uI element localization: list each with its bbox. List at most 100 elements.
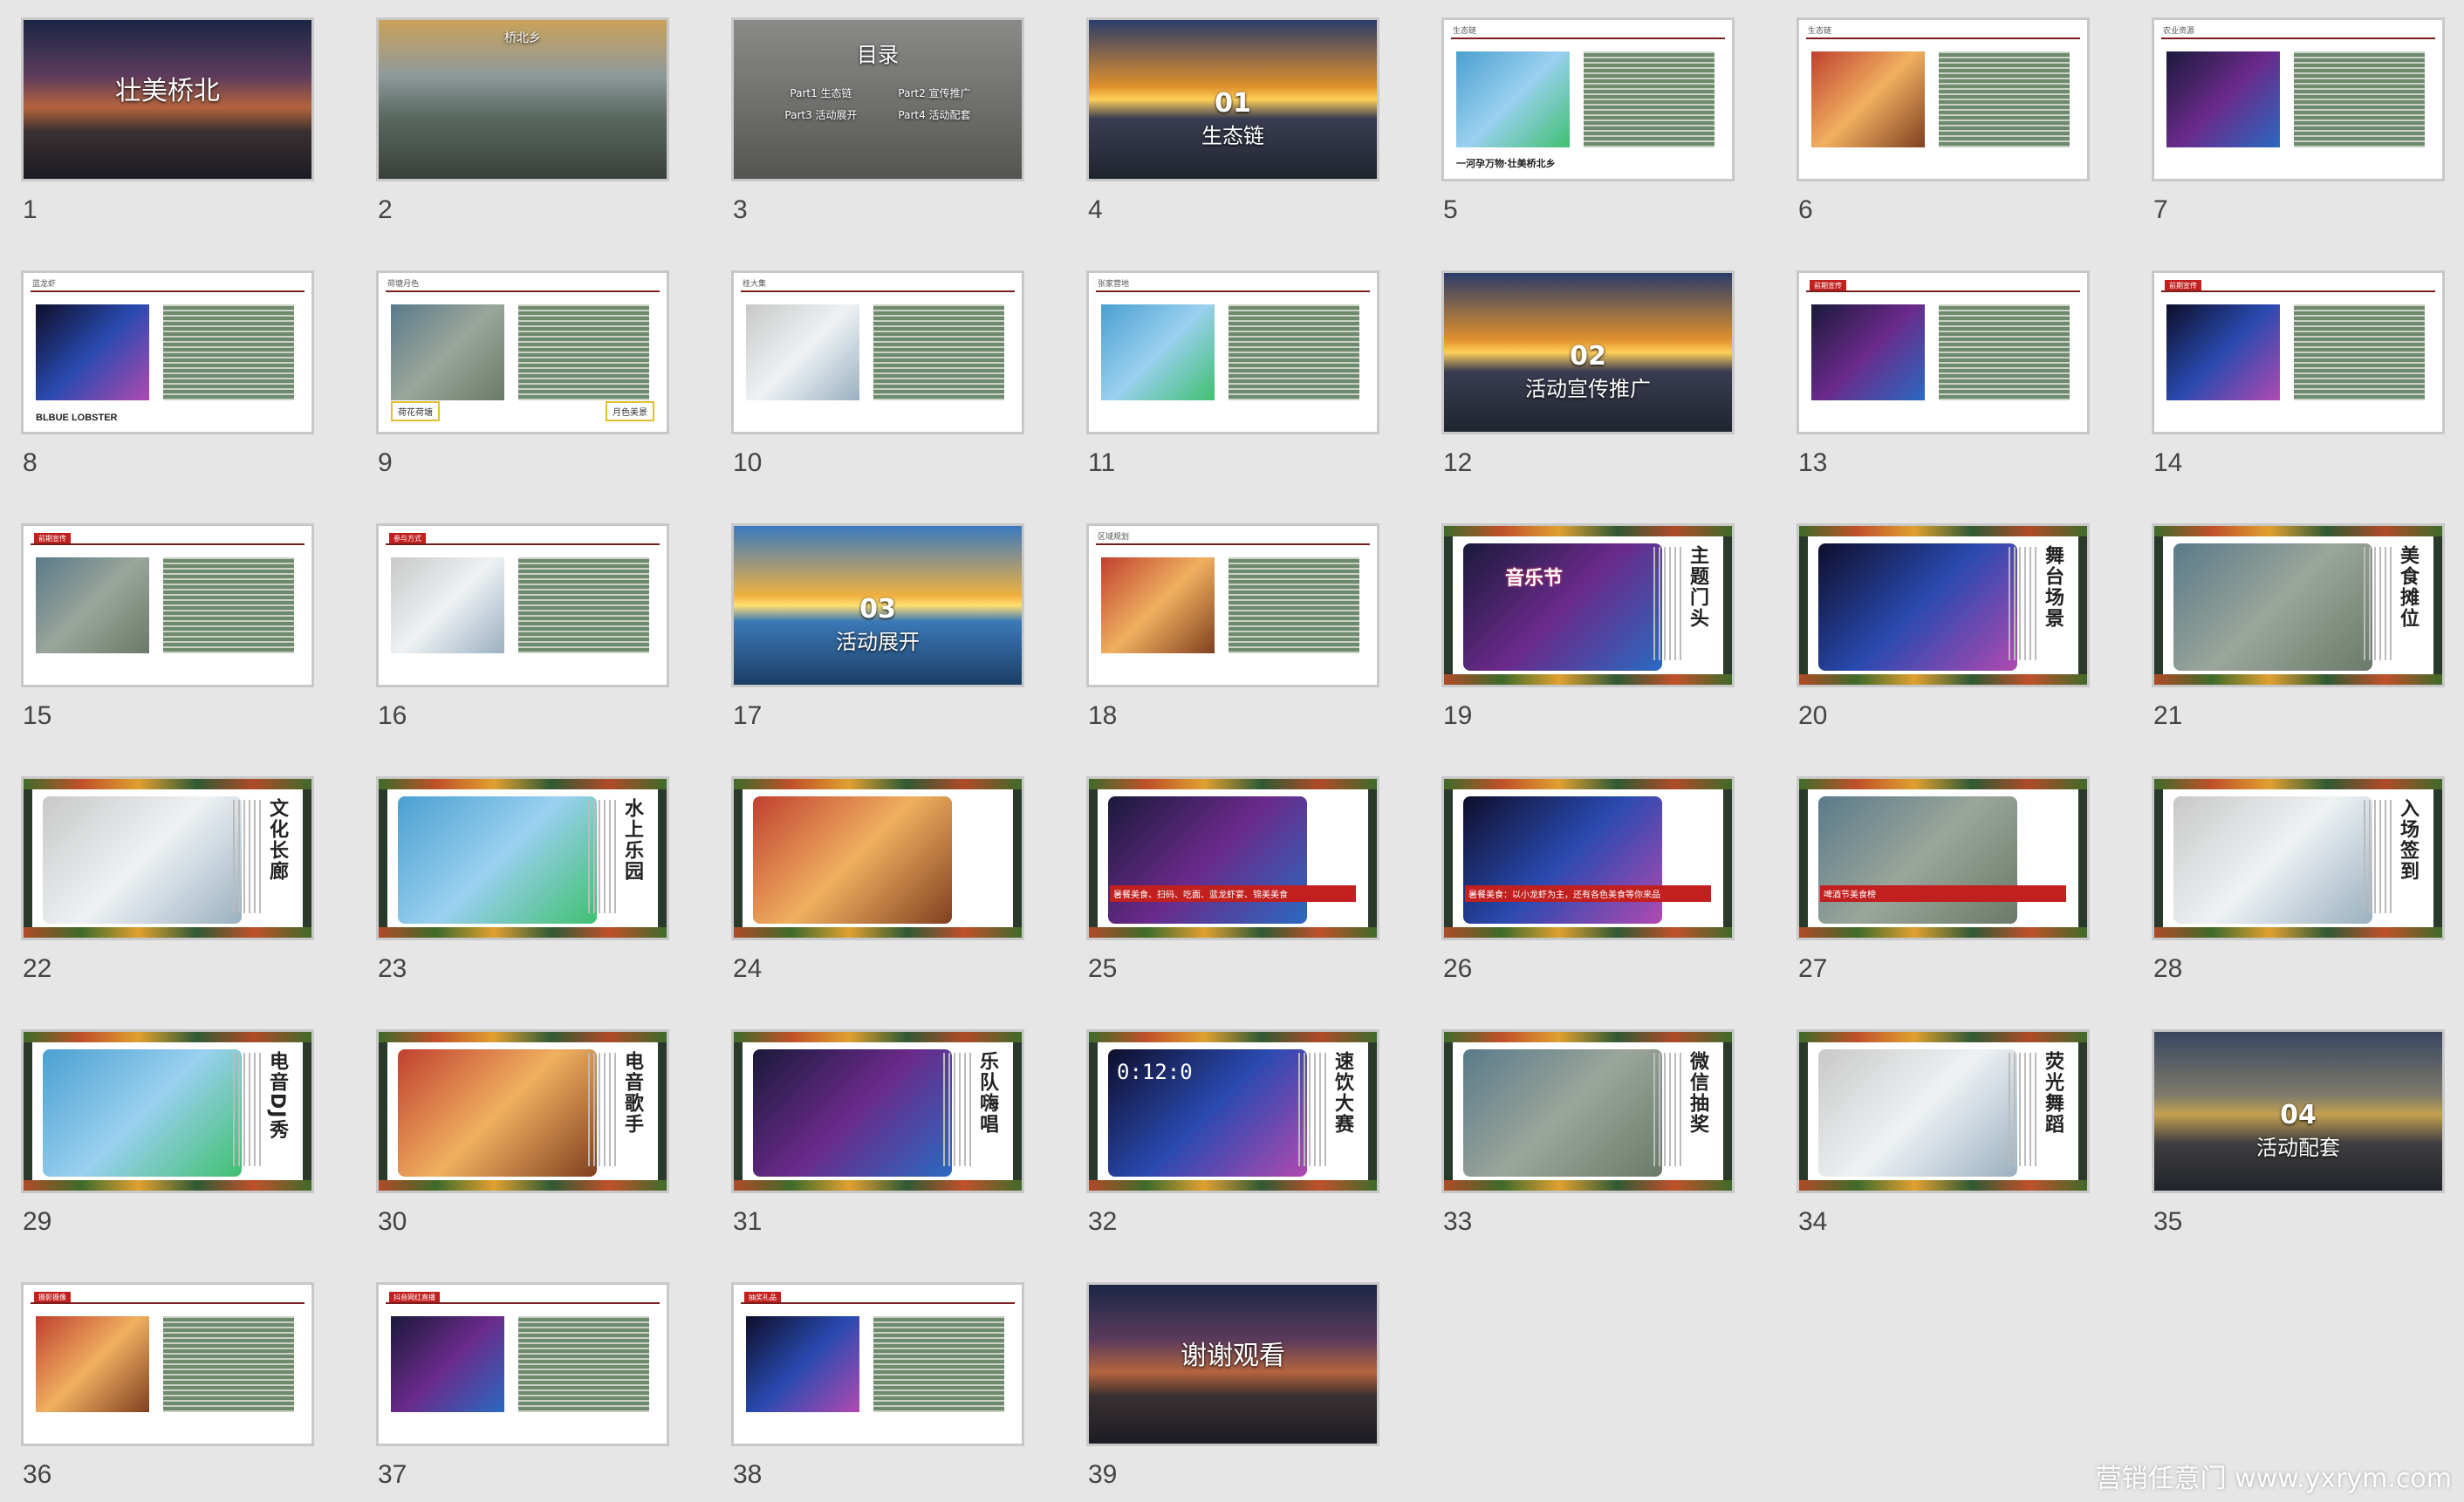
content-text-panel xyxy=(1229,304,1359,400)
slide-preview[interactable]: 速饮大赛 0:12:0 xyxy=(1086,1029,1379,1193)
slide-thumbnail-28[interactable]: 入场签到 28 xyxy=(2134,761,2445,987)
slide-thumbnail-10[interactable]: 桂大集 10 xyxy=(714,255,1024,481)
slide-header-label: 区域规划 xyxy=(1098,532,1130,541)
agenda-item: Part4 活动配套 xyxy=(898,109,971,121)
slide-thumbnail-23[interactable]: 水上乐园 23 xyxy=(359,761,669,987)
slide-number: 14 xyxy=(2153,448,2183,477)
slide-thumbnail-4[interactable]: 01 生态链 4 xyxy=(1069,2,1379,229)
slide-thumbnail-8[interactable]: 蓝龙虾 BLBUE LOBSTER 8 xyxy=(3,255,314,481)
slide-preview[interactable]: 生态链 一河孕万物·壮美桥北乡 xyxy=(1441,17,1735,181)
slide-preview[interactable]: 谢谢观看 xyxy=(1086,1282,1379,1446)
slide-thumbnail-1[interactable]: 壮美桥北 1 xyxy=(3,2,314,229)
slide-frame-content: 乐队嗨唱 xyxy=(743,1042,1013,1180)
slide-preview[interactable]: 农业资源 xyxy=(2152,17,2445,181)
slide-thumbnail-13[interactable]: 前期宣传 13 xyxy=(1779,255,2090,481)
slide-preview[interactable]: 01 生态链 xyxy=(1086,17,1379,181)
slide-preview[interactable]: 生态链 xyxy=(1797,17,2090,181)
slide-preview[interactable]: 前期宣传 xyxy=(1797,270,2090,434)
slide-number: 2 xyxy=(378,195,393,224)
slide-preview[interactable]: 前期宣传 xyxy=(2152,270,2445,434)
slide-preview[interactable]: 02 活动宣传推广 xyxy=(1441,270,1735,434)
slide-thumbnail-19[interactable]: 主题门头 音乐节 19 xyxy=(1424,508,1735,734)
slide-preview[interactable]: 荧光舞蹈 xyxy=(1797,1029,2090,1193)
slide-header-label: 蓝龙虾 xyxy=(32,279,57,288)
slide-header-label: 生态链 xyxy=(1808,26,1832,35)
slide-thumbnail-14[interactable]: 前期宣传 14 xyxy=(2134,255,2445,481)
slide-number: 1 xyxy=(23,195,38,224)
slide-preview[interactable]: 蓝龙虾 BLBUE LOBSTER xyxy=(21,270,314,434)
slide-number: 39 xyxy=(1088,1460,1118,1489)
header-rule xyxy=(31,1302,305,1304)
slide-thumbnail-24[interactable]: 24 xyxy=(714,761,1024,987)
slide-preview[interactable]: 暑餐美食、扫码、吃面、蓝龙虾宴、锦美美食 xyxy=(1086,776,1379,940)
slide-thumbnail-37[interactable]: 抖音网红直播 37 xyxy=(359,1266,669,1493)
slide-thumbnail-30[interactable]: 电音歌手 30 xyxy=(359,1014,669,1240)
slide-preview[interactable]: 区域规划 xyxy=(1086,523,1379,687)
slide-thumbnail-29[interactable]: 电音DJ秀 29 xyxy=(3,1014,314,1240)
slide-preview[interactable]: 乐队嗨唱 xyxy=(731,1029,1024,1193)
slide-number: 24 xyxy=(733,954,763,983)
slide-thumbnail-26[interactable]: 暑餐美食：以小龙虾为主，还有各色美食等你来品 26 xyxy=(1424,761,1735,987)
slide-frame-content xyxy=(743,789,1013,927)
slide-thumbnail-38[interactable]: 抽奖礼品 38 xyxy=(714,1266,1024,1493)
slide-thumbnail-39[interactable]: 谢谢观看 39 xyxy=(1069,1266,1379,1493)
slide-thumbnail-20[interactable]: 舞台场景 20 xyxy=(1779,508,2090,734)
slide-thumbnail-35[interactable]: 04 活动配套 35 xyxy=(2134,1014,2445,1240)
slide-thumbnail-31[interactable]: 乐队嗨唱 31 xyxy=(714,1014,1024,1240)
slide-preview[interactable]: 壮美桥北 xyxy=(21,17,314,181)
slide-thumbnail-5[interactable]: 生态链 一河孕万物·壮美桥北乡 5 xyxy=(1424,2,1735,229)
slide-preview[interactable]: 参与方式 xyxy=(376,523,669,687)
slide-preview[interactable]: 啤酒节美食榜 xyxy=(1797,776,2090,940)
slide-preview[interactable]: 张家营地 xyxy=(1086,270,1379,434)
slide-preview[interactable] xyxy=(731,776,1024,940)
slide-number: 38 xyxy=(733,1460,763,1489)
header-rule xyxy=(31,543,305,545)
slide-thumbnail-17[interactable]: 03 活动展开 17 xyxy=(714,508,1024,734)
slide-preview[interactable]: 美食摊位 xyxy=(2152,523,2445,687)
slide-thumbnail-18[interactable]: 区域规划 18 xyxy=(1069,508,1379,734)
slide-thumbnail-27[interactable]: 啤酒节美食榜 27 xyxy=(1779,761,2090,987)
slide-thumbnail-9[interactable]: 荷塘月色 荷花荷塘 月色美景 9 xyxy=(359,255,669,481)
header-rule xyxy=(386,543,660,545)
header-rule xyxy=(31,290,305,292)
slide-thumbnail-34[interactable]: 荧光舞蹈 34 xyxy=(1779,1014,2090,1240)
slide-thumbnail-11[interactable]: 张家营地 11 xyxy=(1069,255,1379,481)
slide-thumbnail-15[interactable]: 前期宣传 15 xyxy=(3,508,314,734)
slide-thumbnail-25[interactable]: 暑餐美食、扫码、吃面、蓝龙虾宴、锦美美食 25 xyxy=(1069,761,1379,987)
slide-preview[interactable]: 电音DJ秀 xyxy=(21,1029,314,1193)
slide-preview[interactable]: 微信抽奖 xyxy=(1441,1029,1735,1193)
slide-preview[interactable]: 04 活动配套 xyxy=(2152,1029,2445,1193)
slide-thumbnail-6[interactable]: 生态链 6 xyxy=(1779,2,2090,229)
slide-preview[interactable]: 前期宣传 xyxy=(21,523,314,687)
slide-thumbnail-2[interactable]: 桥北乡 2 xyxy=(359,2,669,229)
slide-preview[interactable]: 荷塘月色 荷花荷塘 月色美景 xyxy=(376,270,669,434)
slide-thumbnail-33[interactable]: 微信抽奖 33 xyxy=(1424,1014,1735,1240)
slide-preview[interactable]: 抖音网红直播 xyxy=(376,1282,669,1446)
slide-preview[interactable]: 桥北乡 xyxy=(376,17,669,181)
content-image xyxy=(746,304,859,400)
slide-preview[interactable]: 水上乐园 xyxy=(376,776,669,940)
slide-preview[interactable]: 桂大集 xyxy=(731,270,1024,434)
slide-preview[interactable]: 电音歌手 xyxy=(376,1029,669,1193)
content-image xyxy=(1456,51,1570,147)
slide-number: 25 xyxy=(1088,954,1118,983)
slide-thumbnail-16[interactable]: 参与方式 16 xyxy=(359,508,669,734)
slide-thumbnail-12[interactable]: 02 活动宣传推广 12 xyxy=(1424,255,1735,481)
slide-preview[interactable]: 抽奖礼品 xyxy=(731,1282,1024,1446)
slide-preview[interactable]: 入场签到 xyxy=(2152,776,2445,940)
slide-preview[interactable]: 文化长廊 xyxy=(21,776,314,940)
slide-preview[interactable]: 03 活动展开 xyxy=(731,523,1024,687)
slide-header-label: 农业资源 xyxy=(2163,26,2195,35)
slide-preview[interactable]: 暑餐美食：以小龙虾为主，还有各色美食等你来品 xyxy=(1441,776,1735,940)
slide-preview[interactable]: 舞台场景 xyxy=(1797,523,2090,687)
slide-preview[interactable]: 主题门头 音乐节 xyxy=(1441,523,1735,687)
slide-number: 6 xyxy=(1798,195,1813,224)
slide-thumbnail-22[interactable]: 文化长廊 22 xyxy=(3,761,314,987)
slide-thumbnail-21[interactable]: 美食摊位 21 xyxy=(2134,508,2445,734)
slide-preview[interactable]: 目录 Part1 生态链 Part2 宣传推广 Part3 活动展开 Part4 活动配… xyxy=(731,17,1024,181)
slide-preview[interactable]: 摄影摄像 xyxy=(21,1282,314,1446)
slide-thumbnail-3[interactable]: 目录 Part1 生态链 Part2 宣传推广 Part3 活动展开 Part4 活动配… xyxy=(714,2,1024,229)
slide-thumbnail-7[interactable]: 农业资源 7 xyxy=(2134,2,2445,229)
slide-thumbnail-36[interactable]: 摄影摄像 36 xyxy=(3,1266,314,1493)
slide-thumbnail-32[interactable]: 速饮大赛 0:12:0 32 xyxy=(1069,1014,1379,1240)
